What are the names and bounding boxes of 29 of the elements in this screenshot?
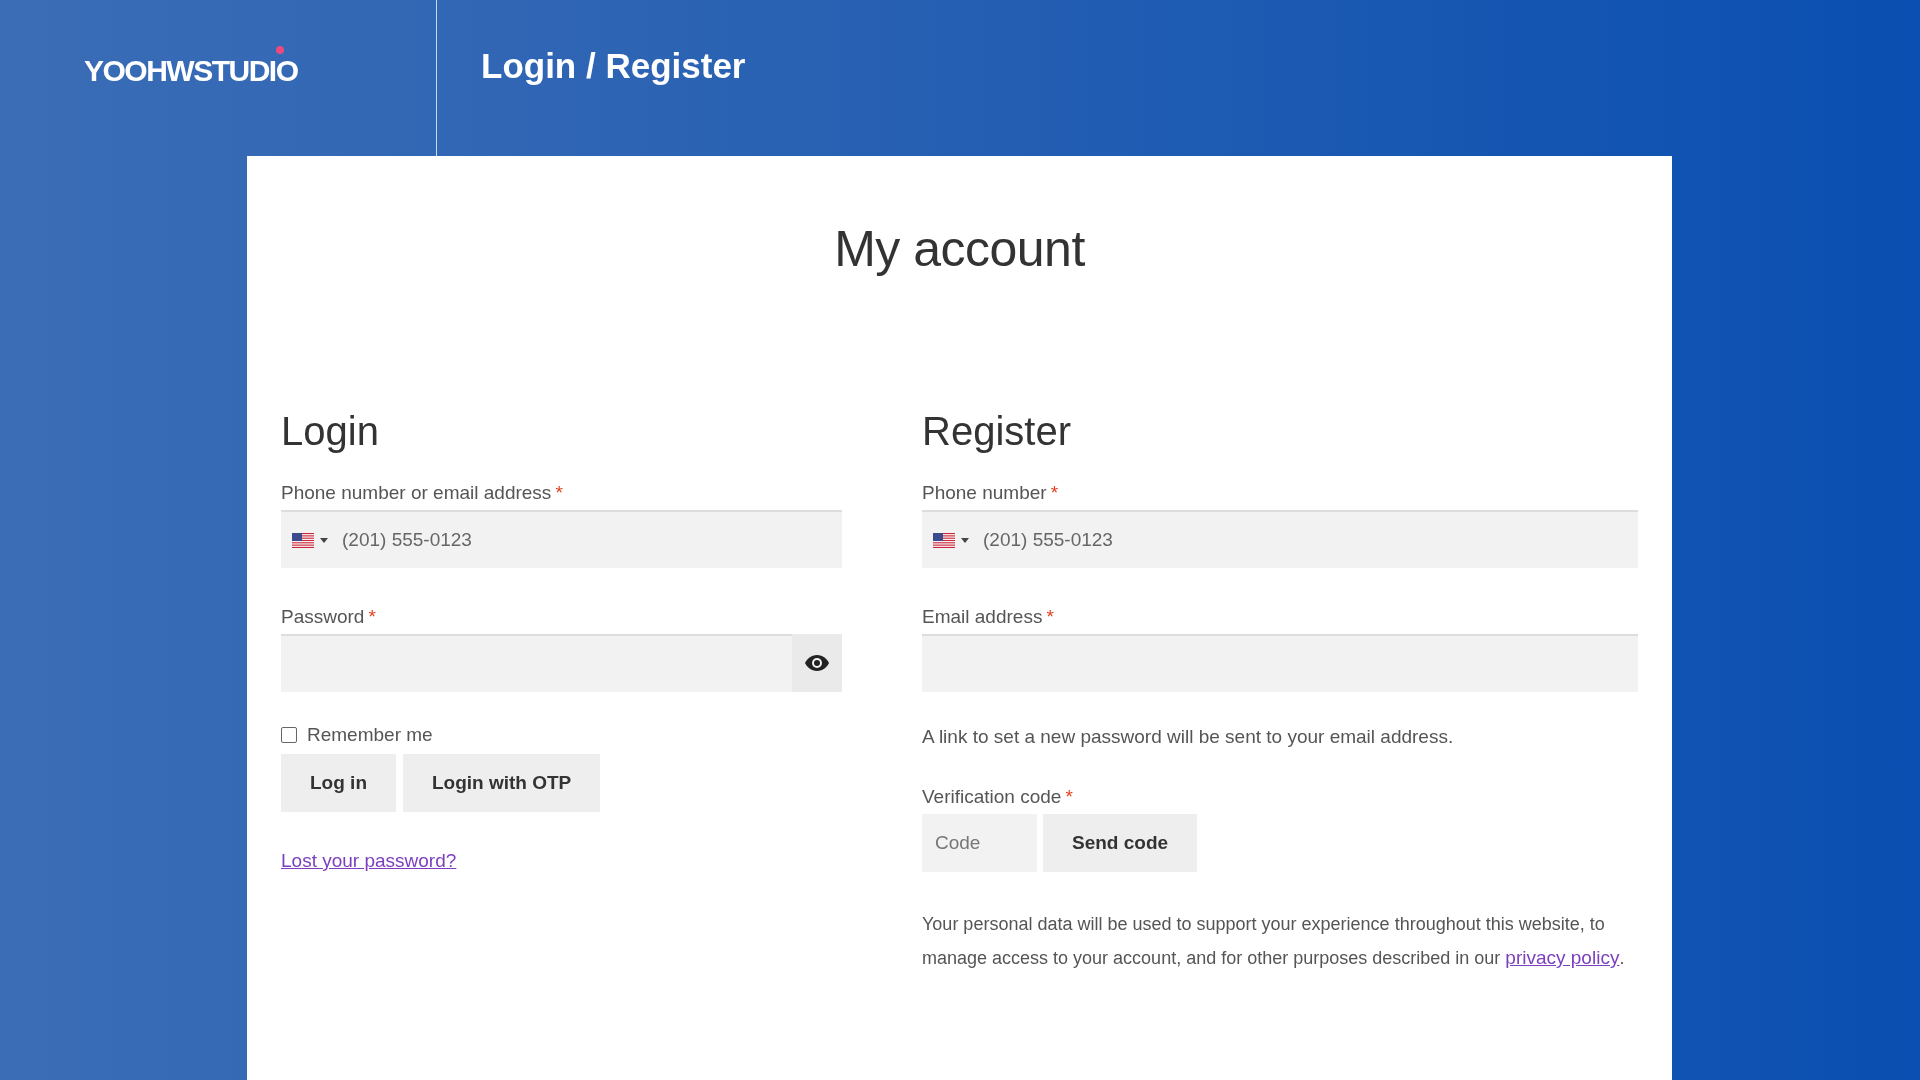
privacy-policy-link[interactable]: privacy policy — [1505, 947, 1620, 968]
form-button[interactable]: Log in — [281, 754, 396, 812]
caret-icon — [320, 537, 328, 543]
eye-icon — [805, 655, 829, 671]
show-password-button[interactable] — [792, 634, 842, 692]
us-flag-icon — [933, 532, 955, 548]
caret-icon — [961, 537, 969, 543]
page-title: My account — [833, 220, 1086, 278]
field-label: Phone number or email address * — [281, 482, 564, 504]
field-label: Verification code * — [922, 786, 1074, 808]
field-label: Email address * — [922, 606, 1055, 628]
field-label: Phone number * — [922, 482, 1060, 504]
send-code-button[interactable]: Send code — [1043, 814, 1198, 872]
field-label: Password * — [281, 606, 377, 628]
us-flag-icon — [292, 532, 314, 548]
info-text: A link to set a new password will be sent to your email address. — [922, 726, 1455, 748]
site-logo[interactable]: YOOHWSTUDIO — [84, 44, 300, 88]
section-heading: Login — [281, 409, 380, 454]
section-heading: Register — [922, 409, 1072, 454]
checkbox-label: Remember me — [307, 724, 433, 746]
email-field[interactable] — [922, 634, 1638, 692]
code-field[interactable]: Code — [922, 814, 1037, 872]
form-button[interactable]: Login with OTP — [403, 754, 601, 812]
lost-password-link[interactable]: Lost your password? — [281, 850, 457, 872]
password-field[interactable] — [281, 634, 842, 692]
privacy-text: Your personal data will be used to support your experience throughout this website, to manage access to your account, and for other purposes described in our privacy policy. — [922, 913, 1626, 970]
page-heading: Login / Register — [481, 46, 746, 86]
remember-checkbox[interactable] — [281, 727, 297, 743]
logo-dot-icon — [275, 46, 284, 54]
